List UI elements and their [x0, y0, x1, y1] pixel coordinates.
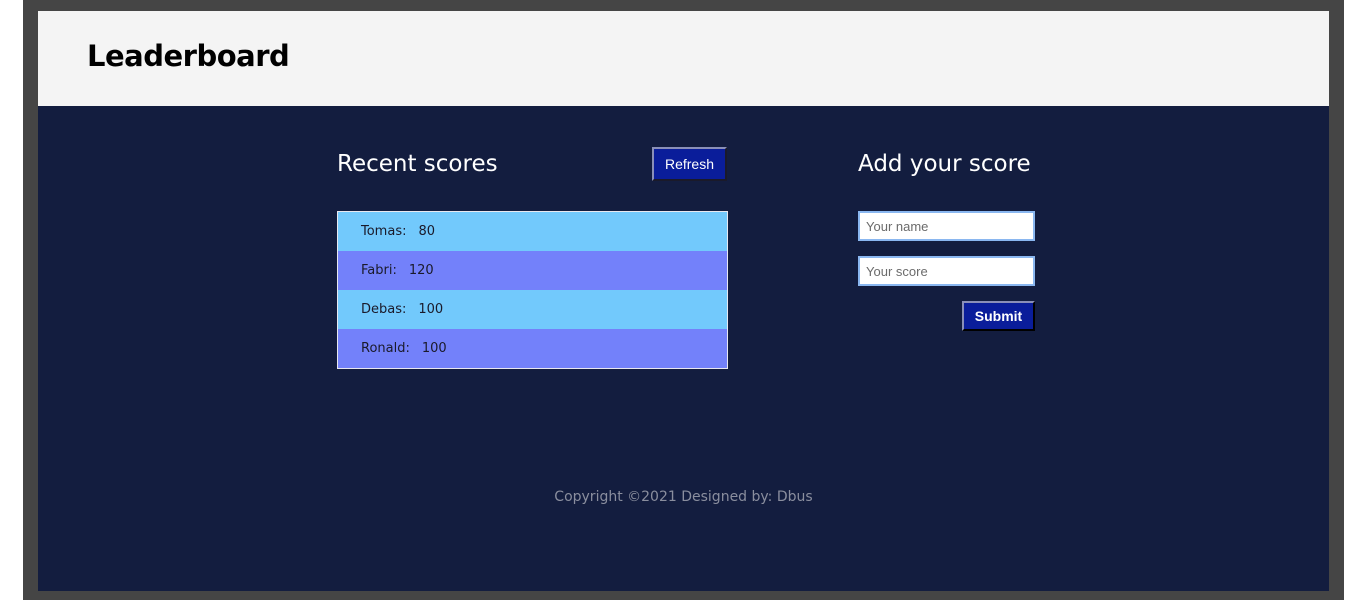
score-list: Tomas: 80 Fabri: 120 Debas: 100 Ronald: … — [337, 211, 728, 369]
window-frame: Leaderboard Recent scores Refresh Tomas:… — [23, 0, 1344, 600]
list-item: Tomas: 80 — [338, 212, 727, 251]
score-value: 100 — [421, 341, 447, 356]
refresh-button[interactable]: Refresh — [652, 147, 727, 181]
score-name: Debas: — [361, 302, 407, 317]
page: Leaderboard Recent scores Refresh Tomas:… — [38, 11, 1329, 591]
submit-button[interactable]: Submit — [962, 301, 1035, 331]
score-name: Ronald: — [361, 341, 410, 356]
footer-copyright: Copyright ©2021 Designed by: Dbus — [554, 489, 813, 505]
list-item: Fabri: 120 — [338, 251, 727, 290]
score-value: 80 — [418, 224, 436, 239]
name-input[interactable] — [858, 211, 1035, 241]
score-name: Fabri: — [361, 263, 397, 278]
score-value: 120 — [408, 263, 434, 278]
list-item: Debas: 100 — [338, 290, 727, 329]
score-name: Tomas: — [361, 224, 407, 239]
page-title: Leaderboard — [87, 39, 290, 73]
add-score-title: Add your score — [858, 151, 1031, 177]
recent-scores-title: Recent scores — [337, 151, 498, 177]
score-input[interactable] — [858, 256, 1035, 286]
header: Leaderboard — [38, 11, 1329, 106]
score-value: 100 — [418, 302, 444, 317]
list-item: Ronald: 100 — [338, 329, 727, 368]
